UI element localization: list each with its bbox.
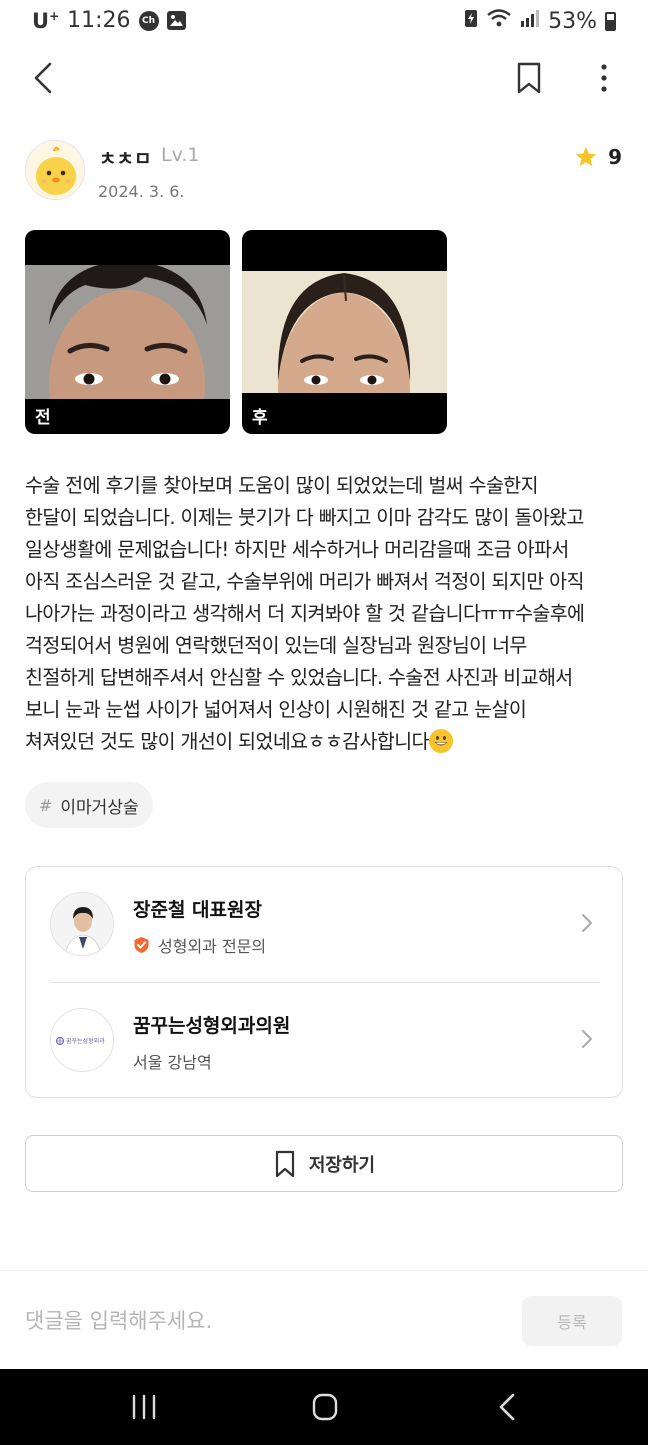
status-bar: U+ 11:26 Ch 53% xyxy=(0,0,648,44)
submit-comment-button[interactable]: 등록 xyxy=(522,1296,622,1346)
tag-label: 이마거상술 xyxy=(60,797,139,818)
face-photo-image xyxy=(25,265,230,399)
wifi-icon xyxy=(486,8,512,34)
face-photo-image xyxy=(242,271,447,393)
review-date: 2024. 3. 6. xyxy=(98,182,185,201)
home-button[interactable] xyxy=(305,1389,345,1425)
back-button[interactable] xyxy=(26,56,66,100)
signal-icon xyxy=(520,8,540,34)
save-button[interactable]: 저장하기 xyxy=(25,1135,623,1192)
photo-after[interactable]: 후 xyxy=(242,230,447,434)
review-photos: 전 후 xyxy=(25,230,455,435)
battery-percent: 53% xyxy=(548,8,597,34)
recent-apps-button[interactable] xyxy=(124,1389,164,1425)
more-options-button[interactable] xyxy=(590,60,618,96)
clinic-row[interactable]: 꿈꾸는성형외과 꿈꾸는성형외과의원 서울 강남역 xyxy=(26,983,622,1097)
doctor-photo-image xyxy=(51,893,113,955)
review-line: 친절하게 답변해주셔서 안심할 수 있었습니다. 수술전 사진과 비교해서 xyxy=(25,666,573,689)
review-body: 수술 전에 후기를 찾아보며 도움이 많이 되었었는데 벌써 수술한지 한달이 … xyxy=(25,470,625,758)
clinic-location-label: 서울 강남역 xyxy=(133,1053,212,1072)
status-bar-left: U+ 11:26 Ch xyxy=(32,8,186,33)
chevron-left-icon xyxy=(34,62,52,94)
review-line: 쳐져있던 것도 많이 개선이 되었네요ㅎㅎ감사합니다 xyxy=(25,730,429,753)
review-line: 나아가는 과정이라고 생각해서 더 지켜봐야 할 것 같습니다ㅠㅠ수술후에 xyxy=(25,602,585,625)
star-icon xyxy=(576,147,597,166)
comment-bar: 등록 xyxy=(0,1270,648,1370)
save-button-label: 저장하기 xyxy=(308,1154,376,1176)
rating-value: 9 xyxy=(608,145,622,169)
review-line: 수술 전에 후기를 찾아보며 도움이 많이 되었었는데 벌써 수술한지 xyxy=(25,474,539,497)
clinic-logo: 꿈꾸는성형외과 xyxy=(50,1008,114,1072)
procedure-tag[interactable]: # 이마거상술 xyxy=(25,782,153,828)
bookmark-button[interactable] xyxy=(512,60,546,96)
photo-label-after: 후 xyxy=(252,408,268,428)
system-nav-bar xyxy=(0,1369,648,1445)
chick-avatar-icon xyxy=(26,141,84,199)
doctor-avatar xyxy=(50,892,114,956)
system-back-button[interactable] xyxy=(488,1389,528,1425)
doctor-row[interactable]: 장준철 대표원장 성형외과 전문의 xyxy=(26,867,622,981)
clinic-logo-image: 꿈꾸는성형외과 xyxy=(51,1009,113,1071)
review-line: 걱정되어서 병원에 연락했던적이 있는데 실장님과 원장님이 너무 xyxy=(25,634,527,657)
review-line: 일상생활에 문제없습니다! 하지만 세수하거나 머리감을때 조금 아파서 xyxy=(25,538,569,561)
carrier-label: U+ xyxy=(32,8,60,33)
comment-input[interactable] xyxy=(25,1299,505,1343)
review-author: ㅊㅊㅁ Lv.1 2024. 3. 6. 9 xyxy=(25,140,625,204)
author-level: Lv.1 xyxy=(161,144,200,166)
chevron-right-icon xyxy=(582,914,592,932)
review-line: 아직 조심스러운 것 같고, 수술부위에 머리가 빠져서 걱정이 되지만 아직 xyxy=(25,570,584,593)
bookmark-icon xyxy=(517,62,541,94)
bookmark-icon xyxy=(275,1150,294,1177)
battery-icon xyxy=(605,11,616,31)
photo-label-before: 전 xyxy=(35,408,51,428)
status-bar-right: 53% xyxy=(464,8,616,34)
hash-icon: # xyxy=(39,795,53,815)
grinning-face-icon xyxy=(428,729,453,753)
verified-badge-icon xyxy=(134,937,149,953)
review-line: 보니 눈과 눈썹 사이가 넓어져서 인상이 시원해진 것 같고 눈살이 xyxy=(25,698,527,721)
rating: 9 xyxy=(574,145,622,169)
battery-saver-icon xyxy=(464,8,478,34)
home-icon xyxy=(312,1393,338,1421)
more-vertical-icon xyxy=(601,64,607,92)
recent-apps-icon xyxy=(132,1394,156,1420)
clinic-logo-text: 꿈꾸는성형외과 xyxy=(66,1037,105,1045)
review-line: 한달이 되었습니다. 이제는 붓기가 다 빠지고 이마 감각도 많이 돌아왔고 xyxy=(25,506,584,529)
doctor-specialty: 성형외과 전문의 xyxy=(133,933,266,957)
author-name: ㅊㅊㅁ xyxy=(99,148,152,170)
review-line-last: 쳐져있던 것도 많이 개선이 되었네요ㅎㅎ감사합니다 xyxy=(25,726,625,758)
clinic-name: 꿈꾸는성형외과의원 xyxy=(133,1015,291,1037)
doctor-name: 장준철 대표원장 xyxy=(133,899,262,921)
chevron-right-icon xyxy=(582,1030,592,1048)
top-bar xyxy=(0,50,648,106)
image-notification-icon xyxy=(166,11,186,30)
clinic-location: 서울 강남역 xyxy=(133,1049,212,1073)
status-time: 11:26 xyxy=(67,8,131,33)
doctor-specialty-label: 성형외과 전문의 xyxy=(158,937,267,956)
chat-notification-icon: Ch xyxy=(138,10,159,31)
back-icon xyxy=(499,1393,515,1421)
author-avatar[interactable] xyxy=(25,140,85,200)
photo-before[interactable]: 전 xyxy=(25,230,230,434)
doctor-clinic-card: 장준철 대표원장 성형외과 전문의 꿈꾸는성형외과 꿈꾸는성형외과의원 서울 강… xyxy=(25,866,623,1098)
